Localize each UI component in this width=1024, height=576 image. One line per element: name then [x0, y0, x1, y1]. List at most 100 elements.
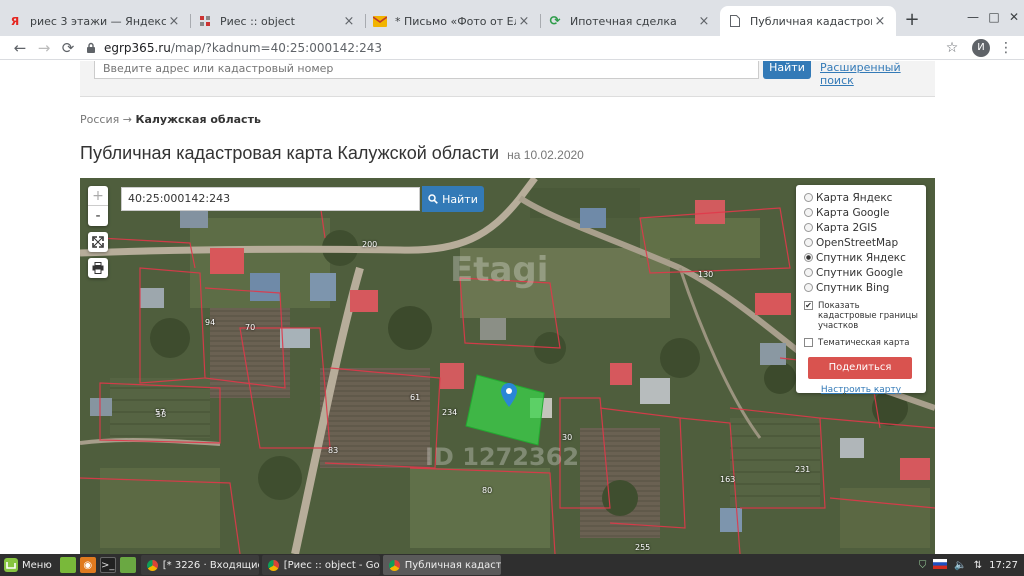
search-icon — [428, 194, 439, 204]
layer-radio[interactable] — [804, 238, 813, 247]
parcel-number-label: 61 — [410, 393, 421, 402]
print-icon[interactable] — [88, 258, 108, 278]
close-icon[interactable]: × — [696, 14, 712, 29]
cadastral-number-input[interactable]: 40:25:000142:243 — [121, 187, 420, 211]
back-icon[interactable]: ← — [10, 38, 30, 58]
close-window-icon[interactable]: ✕ — [1006, 9, 1022, 25]
close-icon[interactable]: × — [516, 14, 532, 29]
browser-tab-1[interactable]: Я риес 3 этажи — Яндекс: наш × — [0, 6, 190, 36]
map-search-button[interactable]: Найти — [422, 186, 484, 212]
chrome-icon — [267, 559, 279, 571]
layer-option[interactable]: OpenStreetMap — [804, 235, 918, 250]
breadcrumb: Россия → Калужская область — [80, 113, 261, 126]
close-icon[interactable]: × — [166, 14, 182, 29]
layer-option[interactable]: Карта 2GIS — [804, 220, 918, 235]
layer-radio[interactable] — [804, 283, 813, 292]
browser-toolbar: ← → ⟳ egrp365.ru/map/?kadnum=40:25:00014… — [0, 36, 1024, 60]
url-path: /map/?kadnum=40:25:000142:243 — [170, 41, 382, 55]
browser-menu-icon[interactable]: ⋮ — [996, 38, 1016, 58]
refresh-icon: ⟳ — [549, 13, 561, 29]
reload-icon[interactable]: ⟳ — [58, 38, 78, 58]
url-host: egrp365.ru — [104, 41, 171, 55]
parcel-number-label: 255 — [635, 543, 651, 552]
site-search-button[interactable]: Найти — [763, 61, 811, 79]
fullscreen-icon[interactable] — [88, 232, 108, 252]
parcel-number-label: 200 — [362, 240, 378, 249]
layer-radio[interactable] — [804, 253, 813, 262]
zoom-in-button[interactable]: + — [88, 186, 108, 206]
parcel-number-label: 80 — [482, 486, 493, 495]
site-icon — [198, 14, 212, 28]
browser-tab-4[interactable]: ⟳ Ипотечная сделка × — [540, 6, 720, 36]
layer-option[interactable]: Спутник Google — [804, 265, 918, 280]
breadcrumb-current: Калужская область — [135, 113, 261, 126]
taskbar-task[interactable]: Публичная кадастр... — [382, 555, 501, 575]
thematic-map-checkbox[interactable] — [804, 338, 813, 347]
network-icon[interactable]: ⇅ — [974, 560, 982, 571]
layer-radio[interactable] — [804, 193, 813, 202]
layer-label: Карта 2GIS — [816, 221, 878, 234]
files-icon[interactable] — [119, 557, 136, 573]
breadcrumb-root[interactable]: Россия — [80, 113, 119, 126]
tab-title: Ипотечная сделка — [570, 14, 677, 28]
address-bar[interactable]: egrp365.ru/map/?kadnum=40:25:000142:243 — [84, 38, 968, 58]
parcel-number-label: 30 — [562, 433, 573, 442]
forward-icon[interactable]: → — [34, 38, 54, 58]
advanced-search-link[interactable]: Расширенный поиск — [820, 61, 935, 87]
layer-option[interactable]: Карта Яндекс — [804, 190, 918, 205]
layer-label: Карта Яндекс — [816, 191, 893, 204]
bookmark-star-icon[interactable]: ☆ — [942, 38, 962, 58]
minimize-icon[interactable]: — — [965, 9, 981, 25]
show-borders-checkbox[interactable]: ✔ — [804, 301, 813, 310]
terminal-icon[interactable]: >_ — [99, 557, 116, 573]
browser-tab-2[interactable]: Риес :: object × — [190, 6, 365, 36]
close-icon[interactable]: × — [872, 14, 888, 29]
page-title-date: на 10.02.2020 — [507, 148, 584, 162]
tab-title: * Письмо «Фото от Елена Со — [395, 14, 516, 28]
layer-label: Карта Google — [816, 206, 890, 219]
layer-radio[interactable] — [804, 268, 813, 277]
zoom-out-button[interactable]: - — [88, 206, 108, 226]
site-search-bar: Найти Расширенный поиск — [80, 61, 935, 97]
configure-map-link[interactable]: Настроить карту — [804, 385, 918, 395]
firefox-icon[interactable]: ◉ — [79, 557, 96, 573]
taskbar-task-label: [Риес :: object - Goog... — [283, 559, 380, 571]
thematic-map-option[interactable]: Тематическая карта — [804, 338, 918, 348]
breadcrumb-separator: → — [119, 113, 136, 126]
share-link-button[interactable]: Поделиться ссылкой — [808, 357, 912, 395]
taskbar-task-label: [* 3226 · Входящие ... — [162, 559, 259, 571]
keyboard-layout-icon[interactable] — [933, 558, 948, 572]
parcel-number-label: 94 — [205, 318, 216, 327]
layer-option[interactable]: Спутник Bing — [804, 280, 918, 295]
browser-tab-3[interactable]: * Письмо «Фото от Елена Со × — [365, 6, 540, 36]
close-icon[interactable]: × — [341, 14, 357, 29]
system-tray: ⛉ 🔈 ⇅ 17:27 — [919, 554, 1018, 576]
shield-icon[interactable]: ⛉ — [919, 560, 927, 571]
layer-option[interactable]: Спутник Яндекс — [804, 250, 918, 265]
start-menu-button[interactable]: Меню — [0, 558, 58, 572]
map-layers-panel: Карта Яндекс Карта Google Карта 2GIS OpenSt… — [796, 185, 926, 395]
parcel-number-label: 163 — [720, 475, 736, 484]
show-desktop-icon[interactable] — [59, 557, 76, 573]
taskbar-task[interactable]: [* 3226 · Входящие ... — [140, 555, 259, 575]
new-tab-button[interactable]: + — [902, 10, 922, 30]
tab-title: Риес :: object — [220, 14, 295, 28]
profile-avatar[interactable]: И — [972, 39, 990, 57]
show-borders-option[interactable]: ✔ Показать кадастровые границы участков — [804, 301, 918, 331]
os-taskbar: Меню ◉ >_ [* 3226 · Входящие ... [Риес ::… — [0, 554, 1024, 576]
clock[interactable]: 17:27 — [989, 560, 1018, 571]
layer-option[interactable]: Карта Google — [804, 205, 918, 220]
layer-radio[interactable] — [804, 208, 813, 217]
parcel-marker-pin-icon[interactable] — [501, 383, 517, 407]
volume-icon[interactable]: 🔈 — [954, 560, 966, 571]
cadastral-map[interactable]: 200702343080582311632559457836113033 Eta… — [80, 178, 935, 554]
maximize-icon[interactable]: □ — [986, 9, 1002, 25]
site-search-input[interactable] — [94, 61, 759, 79]
layer-radio[interactable] — [804, 223, 813, 232]
browser-tab-5[interactable]: Публичная кадастровая карт × — [720, 6, 896, 36]
start-menu-label: Меню — [22, 559, 52, 571]
layer-label: Спутник Google — [816, 266, 903, 279]
layer-label: OpenStreetMap — [816, 236, 899, 249]
tab-title: риес 3 этажи — Яндекс: наш — [30, 14, 166, 28]
taskbar-task[interactable]: [Риес :: object - Goog... — [261, 555, 380, 575]
